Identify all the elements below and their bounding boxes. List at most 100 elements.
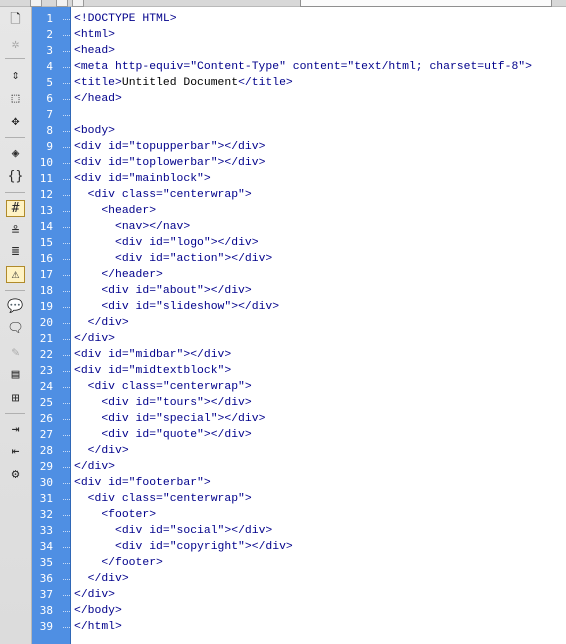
fold-guide (63, 435, 70, 436)
code-line[interactable]: <div id="footerbar"> (74, 475, 211, 491)
expand-all-icon[interactable]: ✥ (6, 113, 25, 130)
code-line[interactable]: </div> (74, 571, 129, 587)
line-number: 3 (46, 44, 53, 57)
fold-guide (63, 371, 70, 372)
code-line[interactable]: <title>Untitled Document</title> (74, 75, 293, 91)
fold-guide (63, 467, 70, 468)
toolbar-mini-button[interactable] (72, 0, 84, 7)
recent-snippets-icon[interactable]: ▤ (6, 366, 25, 383)
line-number: 39 (39, 620, 53, 633)
collapse-full-tag-icon[interactable]: ⇕ (6, 67, 25, 84)
fold-guide (63, 83, 70, 84)
code-line[interactable]: <html> (74, 27, 115, 43)
apply-comment-icon[interactable]: 💬 (6, 298, 25, 315)
word-wrap-icon[interactable]: ≣ (6, 243, 25, 260)
format-source-code-icon[interactable]: ⚙ (6, 466, 25, 483)
line-number: 25 (39, 396, 53, 409)
gear-icon[interactable]: ✲ (6, 36, 25, 53)
toolbar-separator (5, 58, 25, 59)
outdent-code-icon[interactable]: ⇤ (6, 443, 25, 460)
fold-guide (63, 179, 70, 180)
open-document-icon[interactable]: 🗋 (6, 12, 25, 29)
code-line[interactable]: <div id="midbar"></div> (74, 347, 231, 363)
line-number: 24 (39, 380, 53, 393)
line-number: 9 (46, 140, 53, 153)
code-line[interactable]: <nav></nav> (74, 219, 190, 235)
fold-guide (63, 339, 70, 340)
line-number: 32 (39, 508, 53, 521)
toolbar-separator (5, 290, 25, 291)
indent-code-icon[interactable]: ⇥ (6, 421, 25, 438)
line-number: 31 (39, 492, 53, 505)
code-line[interactable]: <div id="midtextblock"> (74, 363, 231, 379)
fold-guide (63, 611, 70, 612)
line-number: 30 (39, 476, 53, 489)
code-line[interactable]: </div> (74, 587, 115, 603)
code-line[interactable]: <div id="quote"></div> (74, 427, 251, 443)
code-line[interactable]: <div id="slideshow"></div> (74, 299, 279, 315)
code-line[interactable]: <div id="toplowerbar"></div> (74, 155, 265, 171)
syntax-error-alerts-icon[interactable]: ⚠ (6, 266, 25, 283)
code-line[interactable]: </head> (74, 91, 122, 107)
toolbar-mini-button[interactable] (56, 0, 68, 7)
line-number: 14 (39, 220, 53, 233)
fold-guide (63, 531, 70, 532)
fold-guide (63, 419, 70, 420)
code-line[interactable]: </footer> (74, 555, 163, 571)
line-number: 37 (39, 588, 53, 601)
fold-guide (63, 147, 70, 148)
top-toolbar-strip (0, 0, 566, 7)
code-line[interactable]: <div id="topupperbar"></div> (74, 139, 265, 155)
code-line[interactable]: <div id="tours"></div> (74, 395, 251, 411)
code-line[interactable]: </div> (74, 459, 115, 475)
code-line[interactable]: </body> (74, 603, 122, 619)
line-number: 29 (39, 460, 53, 473)
highlight-invalid-code-icon[interactable]: ≗ (6, 223, 25, 240)
code-line[interactable]: <div class="centerwrap"> (74, 379, 252, 395)
line-number: 7 (46, 108, 53, 121)
code-line[interactable]: <header> (74, 203, 156, 219)
balance-braces-icon[interactable]: {} (6, 168, 25, 185)
code-line[interactable]: <meta http-equiv="Content-Type" content=… (74, 59, 532, 75)
code-line[interactable]: <div class="centerwrap"> (74, 187, 252, 203)
fold-guide (63, 579, 70, 580)
code-line[interactable]: </div> (74, 443, 129, 459)
line-number: 34 (39, 540, 53, 553)
collapse-selection-icon[interactable]: ⬚ (6, 90, 25, 107)
wrap-tag-icon[interactable]: ✎ (6, 344, 25, 361)
select-parent-tag-icon[interactable]: ◈ (6, 145, 25, 162)
code-line[interactable]: <div id="about"></div> (74, 283, 251, 299)
code-line[interactable]: </header> (74, 267, 163, 283)
code-line[interactable]: <!DOCTYPE HTML> (74, 11, 177, 27)
code-line[interactable]: </html> (74, 619, 122, 635)
code-editor[interactable]: <!DOCTYPE HTML> <html> <head> <meta http-eq… (74, 7, 564, 644)
code-line[interactable]: <div id="action"></div> (74, 251, 272, 267)
code-line[interactable]: <div id="social"></div> (74, 523, 272, 539)
code-line[interactable]: <div id="logo"></div> (74, 235, 259, 251)
line-number: 11 (39, 172, 53, 185)
line-number: 1 (46, 12, 53, 25)
code-line[interactable]: </div> (74, 315, 129, 331)
address-field[interactable] (300, 0, 552, 7)
code-line[interactable]: <footer> (74, 507, 156, 523)
toolbar-separator (5, 413, 25, 414)
line-number-gutter[interactable]: 1 2 3 4 5 6 7 8 9 10 11 12 13 14 15 16 17 18 19 20 21 22 23 24 2… (32, 7, 70, 644)
code-line[interactable]: </div> (74, 331, 115, 347)
code-line[interactable]: <body> (74, 123, 115, 139)
code-line[interactable]: <div id="special"></div> (74, 411, 265, 427)
fold-guide (63, 323, 70, 324)
remove-comment-icon[interactable]: 🗨 (6, 320, 25, 337)
fold-guide (63, 115, 70, 116)
line-number: 5 (46, 76, 53, 89)
line-numbers-icon[interactable]: # (6, 200, 25, 217)
code-line[interactable]: <div id="mainblock"> (74, 171, 211, 187)
code-line[interactable]: <head> (74, 43, 115, 59)
code-line[interactable]: <div id="copyright"></div> (74, 539, 293, 555)
toolbar-mini-button[interactable] (30, 0, 42, 7)
fold-guide (63, 275, 70, 276)
code-line[interactable]: <div class="centerwrap"> (74, 491, 252, 507)
line-number: 17 (39, 268, 53, 281)
move-css-icon[interactable]: ⊞ (6, 390, 25, 407)
line-number: 10 (39, 156, 53, 169)
fold-guide (63, 403, 70, 404)
